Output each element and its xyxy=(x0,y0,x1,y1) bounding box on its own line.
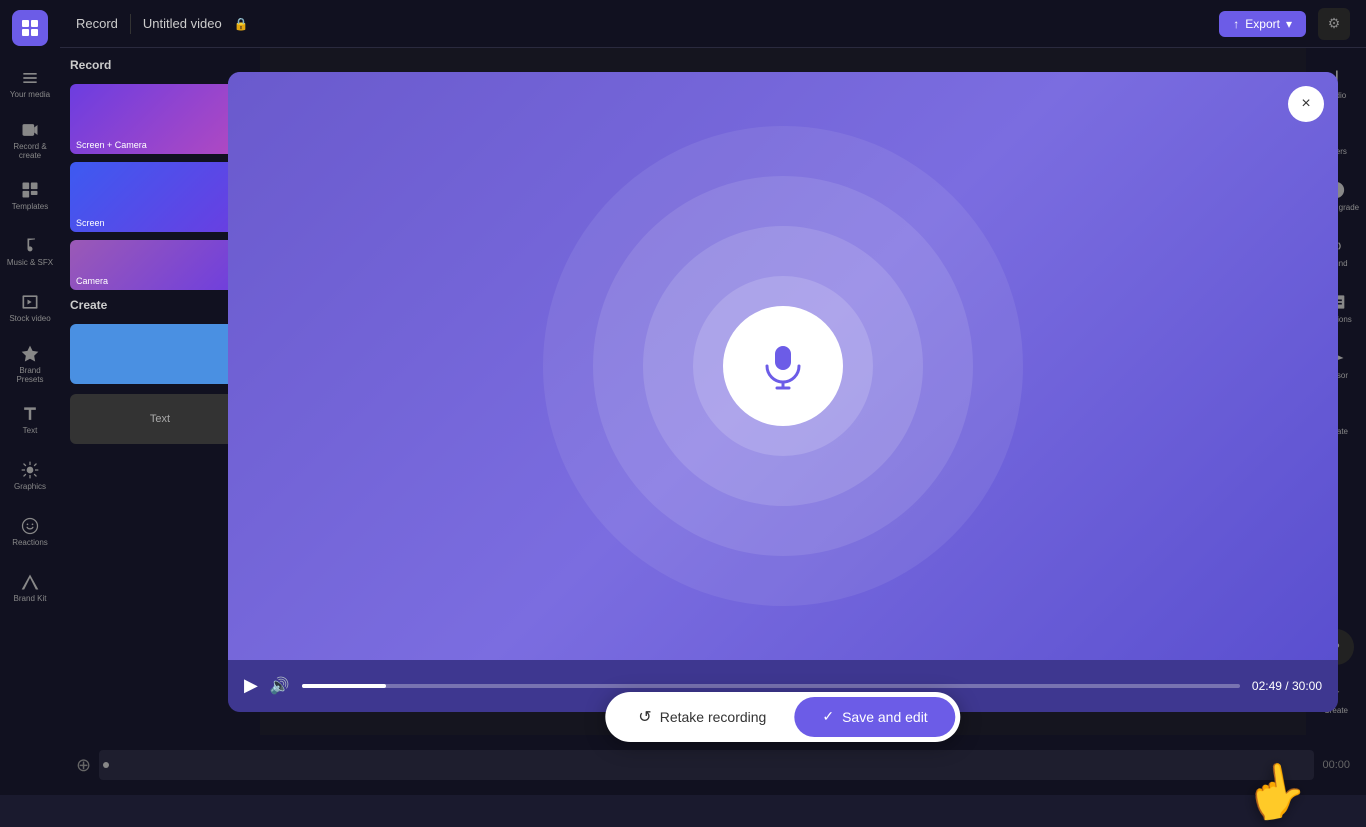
timeline-track[interactable] xyxy=(99,750,1314,780)
main-area: Record Untitled video 🔒 ↑ Export ▾ ⚙ Rec… xyxy=(60,0,1366,795)
canvas-area: × xyxy=(260,48,1306,735)
modal-close-button[interactable]: × xyxy=(1288,86,1324,122)
save-icon: ✓ xyxy=(822,708,834,725)
timeline-bar: ⊕ 00:00 xyxy=(60,735,1366,795)
record-label: Record xyxy=(76,16,118,31)
sidebar-item-stock-video[interactable]: Stock video xyxy=(6,282,54,334)
mic-visualization xyxy=(228,72,1338,660)
modal-wrapper: × xyxy=(228,72,1338,712)
left-sidebar: Your media Record & create Templates Mus… xyxy=(0,0,60,795)
thumbnail-create[interactable] xyxy=(70,324,250,384)
export-chevron-icon: ▾ xyxy=(1286,17,1292,31)
settings-icon[interactable]: ⚙ xyxy=(1318,8,1350,40)
save-and-edit-button[interactable]: ✓ Save and edit xyxy=(794,697,955,737)
sidebar-item-graphics[interactable]: Graphics xyxy=(6,450,54,502)
export-icon: ↑ xyxy=(1233,17,1239,31)
top-bar: Record Untitled video 🔒 ↑ Export ▾ ⚙ xyxy=(60,0,1366,48)
sidebar-item-text[interactable]: Text xyxy=(6,394,54,446)
thumbnail-camera[interactable]: Camera xyxy=(70,240,250,290)
sidebar-item-brand-presets[interactable]: Brand Presets xyxy=(6,338,54,390)
video-title: Untitled video xyxy=(143,16,222,31)
modal-actions: ↺ Retake recording ✓ Save and edit xyxy=(605,692,960,742)
sidebar-item-your-media[interactable]: Your media xyxy=(6,58,54,110)
play-button[interactable]: ▶ xyxy=(244,675,258,696)
recording-modal-overlay: × xyxy=(260,48,1306,735)
create-text-button[interactable]: Text xyxy=(70,394,250,444)
cursor-hand-icon: 👆 xyxy=(1238,755,1312,826)
timeline-marker xyxy=(103,762,109,768)
timeline-controls: ⊕ xyxy=(76,755,91,776)
timeline-end-controls: 00:00 xyxy=(1322,759,1350,771)
microphone-icon xyxy=(759,342,807,390)
progress-bar[interactable] xyxy=(302,684,1240,688)
mic-button-circle xyxy=(723,306,843,426)
panel-record-label: Record xyxy=(70,58,250,72)
sidebar-item-brand-kit[interactable]: Brand Kit xyxy=(6,562,54,614)
recording-modal: × xyxy=(228,72,1338,712)
progress-fill xyxy=(302,684,386,688)
sidebar-item-templates[interactable]: Templates xyxy=(6,170,54,222)
close-icon: × xyxy=(1301,95,1310,113)
export-button[interactable]: ↑ Export ▾ xyxy=(1219,11,1306,37)
retake-icon: ↺ xyxy=(638,707,651,727)
panel-create-label: Create xyxy=(70,298,250,312)
sidebar-item-reactions[interactable]: Reactions xyxy=(6,506,54,558)
thumbnail-screen[interactable]: Screen xyxy=(70,162,250,232)
content-area: Record Screen + Camera Screen Camera Cre… xyxy=(60,48,1366,735)
timeline-icon: ⊕ xyxy=(76,755,91,776)
time-display: 02:49 / 30:00 xyxy=(1252,679,1322,693)
retake-recording-button[interactable]: ↺ Retake recording xyxy=(610,697,794,737)
tab-lock-icon: 🔒 xyxy=(234,17,249,31)
sidebar-item-record[interactable]: Record & create xyxy=(6,114,54,166)
sidebar-item-music[interactable]: Music & SFX xyxy=(6,226,54,278)
app-logo xyxy=(12,10,48,46)
thumbnail-screen-camera[interactable]: Screen + Camera xyxy=(70,84,250,154)
volume-button[interactable]: 🔊 xyxy=(270,676,290,696)
